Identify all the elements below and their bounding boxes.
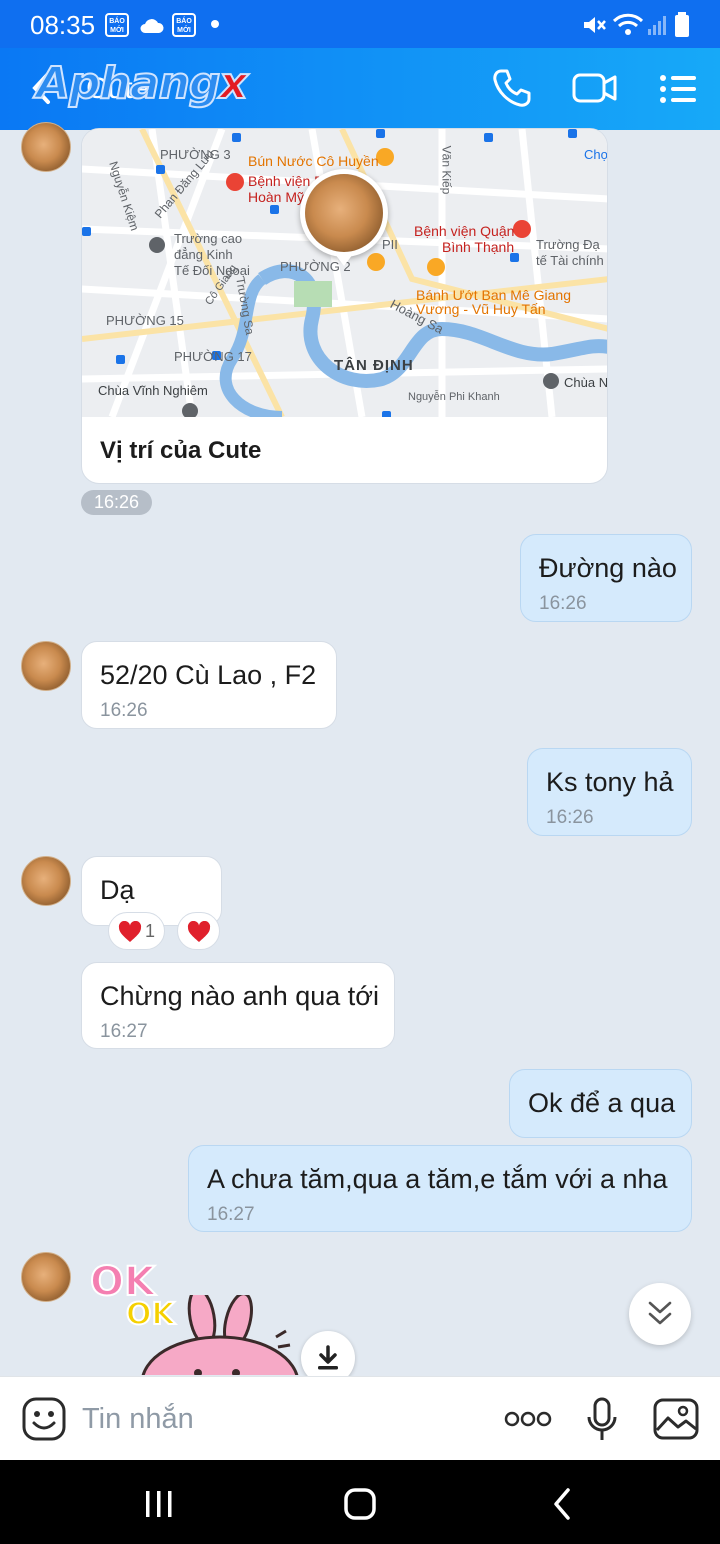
message-bubble-sent[interactable]: A chưa tăm,qua a tăm,e tắm với a nha 16:… <box>188 1145 692 1232</box>
cloud-icon <box>140 19 164 33</box>
image-icon[interactable] <box>653 1398 699 1440</box>
notification-dot-icon <box>211 20 219 28</box>
message-bubble-received[interactable]: Chừng nào anh qua tới 16:27 <box>81 962 395 1049</box>
baomoi-app-icon-2: BÁO MỚI <box>172 13 196 37</box>
battery-icon <box>675 12 689 37</box>
system-nav-bar <box>0 1460 720 1544</box>
home-icon[interactable] <box>344 1488 376 1520</box>
microphone-icon[interactable] <box>586 1397 618 1443</box>
react-button[interactable] <box>177 912 220 950</box>
more-options-icon[interactable] <box>504 1411 552 1427</box>
reaction-count: 1 <box>145 921 156 941</box>
location-card[interactable]: PHƯỜNG 3 Bún Nước Cô Huyền Bệnh viện Đ H… <box>81 128 608 484</box>
location-caption: Vị trí của Cute <box>100 437 262 464</box>
time-pill: 16:26 <box>81 490 152 515</box>
contact-avatar[interactable] <box>21 641 71 691</box>
status-bar: 08:35 BÁO MỚI BÁO MỚI <box>0 0 720 48</box>
reaction-summary[interactable]: 1 <box>108 912 165 950</box>
chevron-double-down-icon <box>648 1301 672 1325</box>
heart-icon <box>187 921 211 942</box>
chat-header: Cute Aphangx <box>0 48 720 130</box>
sticker[interactable]: OK OK <box>86 1255 306 1375</box>
emoji-icon[interactable] <box>22 1397 66 1441</box>
message-composer: Tin nhắn <box>0 1376 720 1460</box>
watermark-logo: Aphangx <box>35 57 249 110</box>
message-bubble-received[interactable]: 52/20 Cù Lao , F2 16:26 <box>81 641 337 729</box>
message-bubble-sent[interactable]: Đường nào 16:26 <box>520 534 692 622</box>
map-pin-tip <box>335 254 353 266</box>
scroll-to-bottom-button[interactable] <box>629 1283 691 1345</box>
recent-apps-icon[interactable] <box>144 1490 174 1518</box>
contact-avatar[interactable] <box>21 122 71 172</box>
clock: 08:35 <box>30 10 96 40</box>
contact-avatar[interactable] <box>21 1252 71 1302</box>
signal-icon <box>648 16 666 35</box>
map-avatar-pin <box>300 169 388 257</box>
message-bubble-sent[interactable]: Ok để a qua <box>509 1069 692 1138</box>
heart-icon <box>118 921 142 942</box>
wifi-icon <box>612 13 644 35</box>
contact-avatar[interactable] <box>21 856 71 906</box>
mute-icon <box>584 17 606 33</box>
back-nav-icon[interactable] <box>552 1488 572 1520</box>
phone-icon[interactable] <box>492 68 532 108</box>
message-input[interactable]: Tin nhắn <box>82 1403 194 1436</box>
message-bubble-sent[interactable]: Ks tony hả 16:26 <box>527 748 692 836</box>
video-call-icon[interactable] <box>572 72 618 106</box>
download-icon <box>318 1345 338 1370</box>
baomoi-app-icon: BÁO MỚI <box>105 13 129 37</box>
menu-icon[interactable] <box>658 72 698 106</box>
bunny-sticker-icon <box>141 1295 299 1375</box>
